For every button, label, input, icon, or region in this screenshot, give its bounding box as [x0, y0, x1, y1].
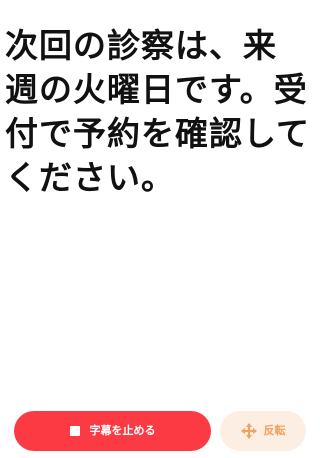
stop-square-icon — [69, 426, 80, 436]
caption-text: 次回の診察は、来週の火曜日です。受付で予約を確認してください。 — [5, 26, 311, 197]
stop-captions-button[interactable]: 字幕を止める — [14, 411, 211, 451]
flip-label: 反転 — [263, 424, 286, 437]
flip-button[interactable]: 反転 — [220, 411, 306, 451]
move-arrows-icon — [240, 423, 257, 439]
stop-captions-label: 字幕を止める — [89, 424, 156, 437]
